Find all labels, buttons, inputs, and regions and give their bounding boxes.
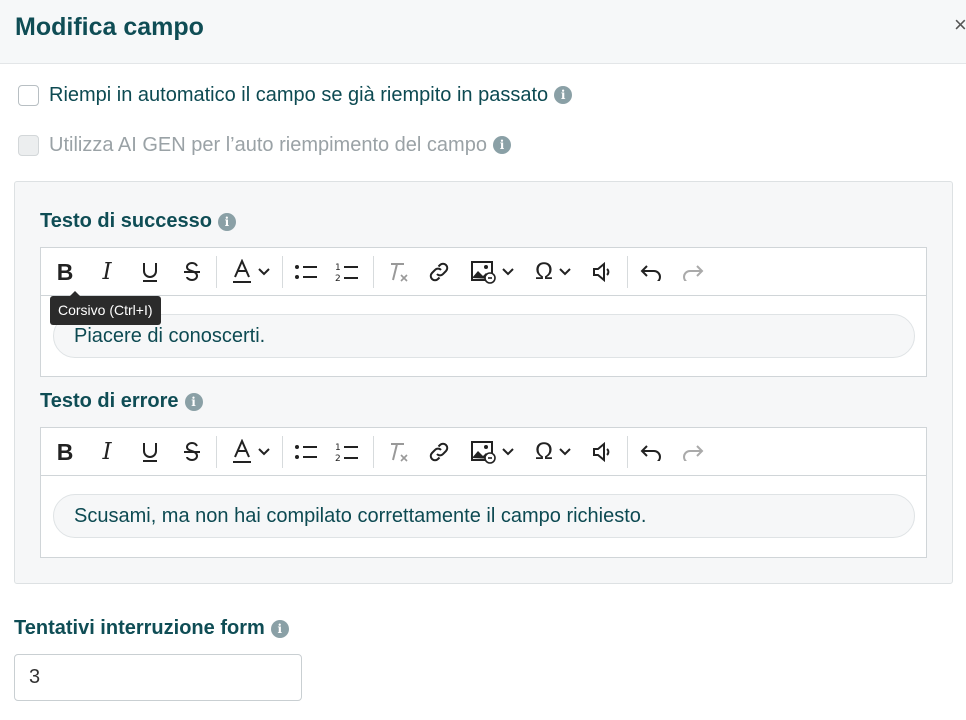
attempts-label: Tentativi interruzione form i xyxy=(14,617,289,640)
audio-icon[interactable] xyxy=(591,256,613,288)
success-text-label: Testo di successo i xyxy=(40,210,236,233)
error-text-label: Testo di errore i xyxy=(40,390,203,413)
undo-icon[interactable] xyxy=(639,256,663,288)
toolbar-separator xyxy=(627,436,628,468)
toolbar-separator xyxy=(216,436,217,468)
numbered-list-icon[interactable]: 12 xyxy=(335,256,359,288)
bold-icon[interactable]: B xyxy=(53,256,77,288)
italic-icon[interactable]: I xyxy=(95,256,119,288)
info-icon[interactable]: i xyxy=(492,136,511,154)
special-char-icon[interactable]: Ω xyxy=(529,436,577,468)
clear-format-icon[interactable] xyxy=(386,256,410,288)
ai-gen-label: Utilizza AI GEN per l’auto riempimento d… xyxy=(49,133,487,156)
error-text-content[interactable]: Scusami, ma non hai compilato correttame… xyxy=(53,494,915,538)
toolbar-separator xyxy=(282,256,283,288)
error-label-text: Testo di errore xyxy=(40,390,179,412)
svg-text:2: 2 xyxy=(335,274,341,284)
redo-icon[interactable] xyxy=(681,436,705,468)
special-char-icon[interactable]: Ω xyxy=(529,256,577,288)
clear-format-icon[interactable] xyxy=(386,436,410,468)
image-icon[interactable] xyxy=(467,256,517,288)
omega-glyph: Ω xyxy=(535,258,553,285)
toolbar-separator xyxy=(627,256,628,288)
omega-glyph: Ω xyxy=(535,438,553,465)
toolbar-separator xyxy=(373,256,374,288)
close-icon[interactable]: × xyxy=(954,14,966,36)
link-icon[interactable] xyxy=(427,436,451,468)
strikethrough-icon[interactable] xyxy=(181,256,203,288)
dialog-title: Modifica campo xyxy=(15,13,204,41)
svg-text:1: 1 xyxy=(335,443,341,453)
autofill-checkbox[interactable] xyxy=(18,84,39,106)
attempts-label-text: Tentativi interruzione form xyxy=(14,617,265,639)
svg-text:1: 1 xyxy=(335,263,341,273)
ai-gen-checkbox xyxy=(18,134,39,156)
attempts-input[interactable]: 3 xyxy=(14,654,302,701)
undo-icon[interactable] xyxy=(639,436,663,468)
font-color-icon[interactable] xyxy=(229,256,273,288)
dialog-header: Modifica campo × xyxy=(0,0,966,64)
image-icon[interactable] xyxy=(467,436,517,468)
link-icon[interactable] xyxy=(427,256,451,288)
toolbar-separator xyxy=(216,256,217,288)
success-editor: B I 12 Ω Piacere di conoscerti. xyxy=(40,247,927,377)
bullet-list-icon[interactable] xyxy=(294,436,318,468)
svg-text:2: 2 xyxy=(335,454,341,464)
toolbar-separator xyxy=(373,436,374,468)
ai-gen-option: Utilizza AI GEN per l’auto riempimento d… xyxy=(18,133,511,157)
editor-content[interactable]: Scusami, ma non hai compilato correttame… xyxy=(41,476,926,557)
info-icon[interactable]: i xyxy=(217,212,236,231)
redo-icon[interactable] xyxy=(681,256,705,288)
italic-tooltip: Corsivo (Ctrl+I) xyxy=(50,291,161,325)
underline-icon[interactable] xyxy=(139,436,161,468)
info-icon[interactable]: i xyxy=(270,619,289,638)
error-editor: B I 12 Ω Scusami, ma non hai compilato c… xyxy=(40,427,927,558)
strikethrough-icon[interactable] xyxy=(181,436,203,468)
success-label-text: Testo di successo xyxy=(40,210,212,232)
autofill-label: Riempi in automatico il campo se già rie… xyxy=(49,83,549,106)
audio-icon[interactable] xyxy=(591,436,613,468)
editor-toolbar: B I 12 Ω xyxy=(41,428,926,476)
success-text-content[interactable]: Piacere di conoscerti. xyxy=(53,314,915,358)
editor-content[interactable]: Piacere di conoscerti. xyxy=(41,296,926,376)
font-color-icon[interactable] xyxy=(229,436,273,468)
toolbar-separator xyxy=(282,436,283,468)
bold-icon[interactable]: B xyxy=(53,436,77,468)
underline-icon[interactable] xyxy=(139,256,161,288)
editor-toolbar: B I 12 Ω xyxy=(41,248,926,296)
info-icon[interactable]: i xyxy=(184,392,203,411)
numbered-list-icon[interactable]: 12 xyxy=(335,436,359,468)
italic-icon[interactable]: I xyxy=(95,436,119,468)
autofill-option[interactable]: Riempi in automatico il campo se già rie… xyxy=(18,83,573,107)
bullet-list-icon[interactable] xyxy=(294,256,318,288)
info-icon[interactable]: i xyxy=(554,86,573,104)
